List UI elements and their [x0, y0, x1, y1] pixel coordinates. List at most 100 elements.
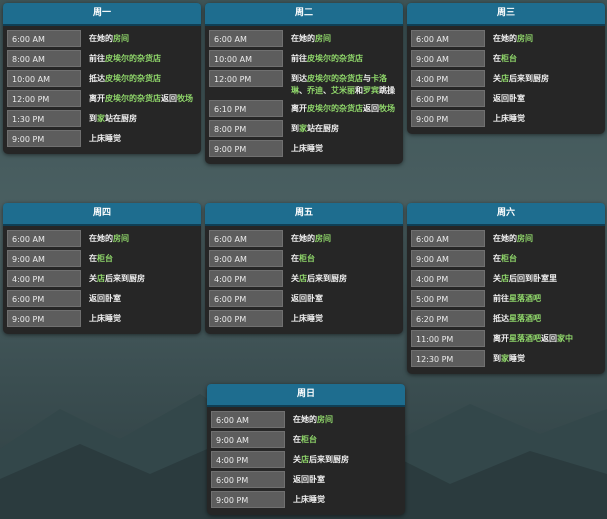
event-segment: 上床睡觉 [493, 114, 525, 123]
event-segment: 站在厨房 [307, 124, 339, 133]
event-segment: 离开 [89, 94, 105, 103]
schedule-row: 9:00 AM 在柜台 [7, 250, 201, 267]
schedule-row: 9:00 PM 上床睡觉 [209, 140, 403, 157]
event-text: 关店后来到厨房 [485, 70, 605, 85]
schedule-row: 9:00 AM 在柜台 [411, 250, 605, 267]
schedule-row: 6:00 AM 在她的房间 [411, 230, 605, 247]
event-text: 返回卧室 [81, 290, 201, 305]
event-segment: 在 [291, 254, 299, 263]
time-cell: 4:00 PM [411, 70, 485, 87]
time-cell: 11:00 PM [411, 330, 485, 347]
schedule-row: 8:00 PM 到家站在厨房 [209, 120, 403, 137]
day-card-sunday: 周日 6:00 AM 在她的房间 9:00 AM 在柜台 4:00 PM 关店后来到厨房 6… [207, 384, 405, 515]
time-cell: 6:00 PM [7, 290, 81, 307]
time-cell: 9:00 AM [209, 250, 283, 267]
event-text: 离开皮埃尔的杂货店返回牧场 [81, 90, 201, 105]
event-text: 前往星落酒吧 [485, 290, 605, 305]
event-text: 在她的房间 [485, 30, 605, 45]
event-segment: 关 [291, 274, 299, 283]
day-card-wednesday: 周三 6:00 AM 在她的房间 9:00 AM 在柜台 4:00 PM 关店后来到厨房 6… [407, 3, 605, 134]
event-segment: 到 [89, 114, 97, 123]
event-text: 返回卧室 [485, 90, 605, 105]
event-segment: 后来到厨房 [105, 274, 145, 283]
event-segment: 前往 [291, 54, 307, 63]
event-segment: 在 [493, 254, 501, 263]
highlighted-location: 房间 [317, 415, 333, 424]
event-text: 前往皮埃尔的杂货店 [283, 50, 403, 65]
event-text: 关店后来到厨房 [285, 451, 405, 466]
highlighted-location: 皮埃尔的杂货店 [307, 104, 363, 113]
day-card-saturday: 周六 6:00 AM 在她的房间 9:00 AM 在柜台 4:00 PM 关店后回到卧室里… [407, 203, 605, 374]
event-segment: 跳操 [379, 86, 395, 95]
highlighted-location: 店 [301, 455, 309, 464]
schedule-row: 11:00 PM 离开星落酒吧返回家中 [411, 330, 605, 347]
event-text: 抵达星落酒吧 [485, 310, 605, 325]
event-text: 离开星落酒吧返回家中 [485, 330, 605, 345]
event-text: 在柜台 [485, 50, 605, 65]
highlighted-location: 店 [501, 74, 509, 83]
time-cell: 10:00 AM [209, 50, 283, 67]
day-header: 周三 [407, 3, 605, 26]
event-text: 上床睡觉 [283, 140, 403, 155]
event-text: 到达皮埃尔的杂货店与卡洛琳、乔迪、艾米丽和罗宾跳操 [283, 70, 403, 97]
event-text: 上床睡觉 [81, 310, 201, 325]
time-cell: 6:00 PM [209, 290, 283, 307]
highlighted-location: 皮埃尔的杂货店 [105, 54, 161, 63]
event-text: 返回卧室 [285, 471, 405, 486]
highlighted-location: 店 [501, 274, 509, 283]
day-header: 周一 [3, 3, 201, 26]
schedule-row: 6:10 PM 离开皮埃尔的杂货店返回牧场 [209, 100, 403, 117]
highlighted-location: 房间 [315, 234, 331, 243]
event-segment: 返回 [541, 334, 557, 343]
event-segment: 在她的 [493, 234, 517, 243]
schedule-row: 10:00 AM 前往皮埃尔的杂货店 [209, 50, 403, 67]
highlighted-location: 房间 [315, 34, 331, 43]
event-segment: 睡觉 [509, 354, 525, 363]
event-segment: 关 [493, 274, 501, 283]
time-cell: 4:00 PM [211, 451, 285, 468]
day-header: 周五 [205, 203, 403, 226]
event-text: 抵达皮埃尔的杂货店 [81, 70, 201, 85]
highlighted-location: 房间 [517, 234, 533, 243]
schedule-row: 9:00 PM 上床睡觉 [411, 110, 605, 127]
highlighted-location: 柜台 [501, 254, 517, 263]
schedule-row: 4:00 PM 关店后来到厨房 [7, 270, 201, 287]
highlighted-location: 家中 [557, 334, 573, 343]
schedule-row: 4:00 PM 关店后来到厨房 [411, 70, 605, 87]
time-cell: 5:00 PM [411, 290, 485, 307]
highlighted-location: 皮埃尔的杂货店 [307, 74, 363, 83]
event-segment: 上床睡觉 [291, 144, 323, 153]
schedule-row: 9:00 PM 上床睡觉 [7, 310, 201, 327]
event-text: 到家站在厨房 [81, 110, 201, 125]
day-card-monday: 周一 6:00 AM 在她的房间 8:00 AM 前往皮埃尔的杂货店 10:00 AM 抵… [3, 3, 201, 154]
time-cell: 4:00 PM [411, 270, 485, 287]
day-header: 周六 [407, 203, 605, 226]
time-cell: 4:00 PM [7, 270, 81, 287]
event-text: 在她的房间 [283, 230, 403, 245]
schedule-row: 9:00 AM 在柜台 [411, 50, 605, 67]
event-segment: 前往 [493, 294, 509, 303]
event-segment: 在 [293, 435, 301, 444]
schedule-row: 4:00 PM 关店后来到厨房 [209, 270, 403, 287]
event-segment: 上床睡觉 [89, 134, 121, 143]
time-cell: 9:00 PM [211, 491, 285, 508]
highlighted-location: 柜台 [301, 435, 317, 444]
event-segment: 抵达 [89, 74, 105, 83]
event-segment: 到 [291, 124, 299, 133]
schedule-row: 5:00 PM 前往星落酒吧 [411, 290, 605, 307]
time-cell: 10:00 AM [7, 70, 81, 87]
time-cell: 8:00 PM [209, 120, 283, 137]
schedule-row: 6:00 AM 在她的房间 [7, 230, 201, 247]
schedule-row: 6:20 PM 抵达星落酒吧 [411, 310, 605, 327]
schedule-row: 12:00 PM 离开皮埃尔的杂货店返回牧场 [7, 90, 201, 107]
highlighted-location: 艾米丽 [331, 86, 355, 95]
time-cell: 1:30 PM [7, 110, 81, 127]
event-text: 在柜台 [283, 250, 403, 265]
event-text: 在柜台 [285, 431, 405, 446]
highlighted-location: 家 [97, 114, 105, 123]
time-cell: 6:00 PM [411, 90, 485, 107]
schedule-row: 9:00 PM 上床睡觉 [209, 310, 403, 327]
highlighted-location: 柜台 [501, 54, 517, 63]
schedule-row: 6:00 PM 返回卧室 [411, 90, 605, 107]
time-cell: 4:00 PM [209, 270, 283, 287]
